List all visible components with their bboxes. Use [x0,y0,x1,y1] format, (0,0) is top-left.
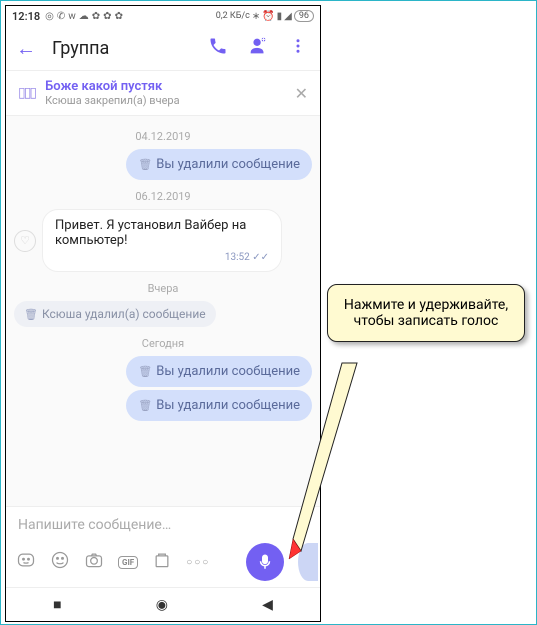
date-separator: Вчера [14,282,312,295]
message-text: Привет. Я установил Вайбер на компьютер! [55,218,246,248]
cloud-icon: ☁ [79,11,89,22]
status-right: 0,2 КБ/с ∗ ⏰ ▮ ◢ 96 [216,10,314,22]
add-person-button[interactable] [246,35,270,61]
camera-button[interactable] [84,550,104,575]
recent-apps-button[interactable]: ■ [53,596,61,613]
instagram-icon: ◎ [45,11,54,22]
alarm-icon: ⏰ [262,11,274,22]
back-nav-button[interactable]: ◀ [262,597,273,613]
messages-area[interactable]: 04.12.2019 🗑Вы удалили сообщение 06.12.2… [6,116,320,506]
other-deleted-bubble[interactable]: 🗑Ксюша удалил(а) сообщение [14,301,216,327]
deleted-message-bubble[interactable]: 🗑Вы удалили сообщение [126,390,312,421]
gif-button[interactable]: GIF [118,556,138,569]
more-button[interactable]: ○○○ [186,557,210,568]
trash-icon: 🗑 [138,399,152,412]
trash-icon: 🗑 [24,308,38,321]
deleted-message-bubble[interactable]: 🗑Вы удалили сообщение [126,149,312,180]
vk-icon: w [68,11,76,22]
sync1-icon: ✿ [92,11,100,22]
hint-tooltip: Нажмите и удерживайте, чтобы записать го… [327,284,525,342]
battery-level: 96 [294,10,314,22]
like-button[interactable]: ♡ [14,230,36,252]
home-button[interactable]: ◉ [156,597,168,613]
pinned-subtitle: Ксюша закрепил(а) вчера [45,94,284,107]
mic-button[interactable] [246,543,284,581]
signal-icon: ▮ [277,11,283,22]
pinned-content: Боже какой пустяк Ксюша закрепил(а) вчер… [45,79,284,107]
phone-frame: 12:18 ◎ ✆ w ☁ ✿ ✿ ✿ 0,2 КБ/с ∗ ⏰ ▮ ◢ 96 … [5,5,321,622]
pinned-message[interactable]: ▯▯▯ Боже какой пустяк Ксюша закрепил(а) … [6,70,320,116]
incoming-message-bubble[interactable]: Привет. Я установил Вайбер на компьютер!… [42,209,282,272]
message-input[interactable]: Напишите сообщение… [14,513,312,541]
tooltip-pointer-icon [287,363,367,563]
status-bar: 12:18 ◎ ✆ w ☁ ✿ ✿ ✿ 0,2 КБ/с ∗ ⏰ ▮ ◢ 96 [6,6,320,26]
sync2-icon: ✿ [103,11,111,22]
call-button[interactable] [206,36,230,60]
sync3-icon: ✿ [115,11,123,22]
message-time: 13:52 ✓✓ [55,252,269,263]
status-time: 12:18 [12,10,40,23]
date-separator: 06.12.2019 [14,190,312,203]
deleted-message-bubble[interactable]: 🗑Вы удалили сообщение [126,356,312,387]
pinned-title: Боже какой пустяк [45,79,284,94]
trash-icon: 🗑 [138,158,152,171]
date-separator: 04.12.2019 [14,130,312,143]
sticker-button[interactable] [16,550,36,575]
android-nav-bar: ■ ◉ ◀ [6,587,320,621]
input-toolbar: GIF ○○○ [14,541,312,583]
emoji-button[interactable] [50,550,70,575]
back-button[interactable]: ← [16,36,36,61]
close-pinned-button[interactable]: ✕ [295,84,308,103]
gallery-button[interactable] [152,550,172,575]
input-bar: Напишите сообщение… GIF ○○○ [6,506,320,587]
bluetooth-icon: ∗ [252,11,260,22]
audio-wave-icon: ▯▯▯ [18,85,35,101]
chat-title[interactable]: Группа [52,38,190,59]
whatsapp-icon: ✆ [57,11,65,22]
tooltip-text: Нажмите и удерживайте, чтобы записать го… [344,297,508,329]
menu-button[interactable] [286,37,310,59]
data-rate: 0,2 КБ/с [216,11,250,21]
chat-header: ← Группа [6,26,320,70]
date-separator: Сегодня [14,337,312,350]
status-left: 12:18 ◎ ✆ w ☁ ✿ ✿ ✿ [12,10,123,23]
wifi-icon: ◢ [284,11,292,22]
trash-icon: 🗑 [138,365,152,378]
